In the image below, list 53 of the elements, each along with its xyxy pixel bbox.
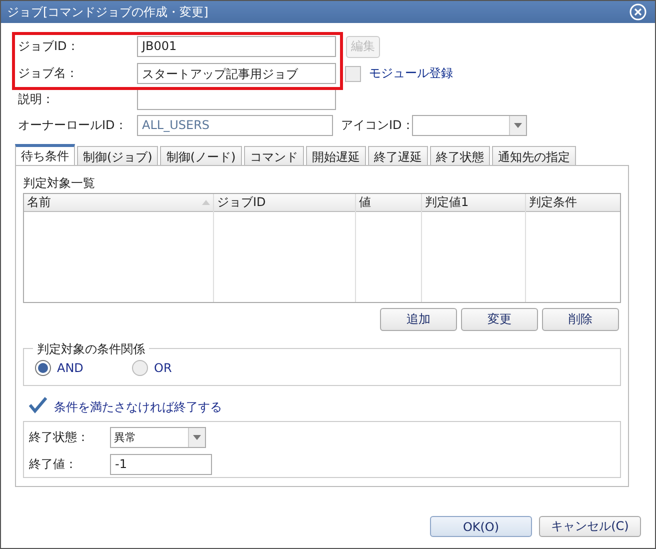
table-button[interactable]: 削除 (542, 308, 619, 331)
checkbox-label: モジュール登録 (369, 65, 453, 82)
dropdown-value: 異常 (113, 430, 137, 446)
dropdown-field[interactable] (412, 115, 527, 136)
window-title: ジョブ[コマンドジョブの作成・変更] (7, 4, 208, 20)
table-button[interactable]: 変更 (461, 308, 538, 331)
dropdown-field[interactable]: 異常 (110, 427, 206, 448)
radio-button[interactable] (132, 360, 148, 376)
radio-label: AND (57, 361, 84, 375)
cancel-button[interactable]: キャンセル(C) (539, 516, 641, 537)
column-header-label: 名前 (27, 194, 51, 211)
column-header-label: 値 (359, 194, 371, 211)
column-header[interactable]: ジョブID (214, 194, 355, 212)
column-header-label: 判定値1 (425, 194, 469, 211)
sort-icon (202, 200, 210, 205)
field-label: 終了値： (29, 456, 78, 473)
field-label: ジョブID： (18, 38, 80, 55)
input-field[interactable] (137, 89, 336, 110)
checkbox[interactable] (345, 66, 361, 82)
tab[interactable]: 終了遅延 (368, 146, 428, 165)
column-header[interactable]: 判定値1 (422, 194, 525, 212)
tab[interactable]: コマンド (244, 146, 304, 165)
input-field[interactable]: ALL_USERS (137, 115, 333, 136)
checkbox-label: 条件を満たさなければ終了する (54, 398, 222, 416)
checkbox[interactable] (28, 396, 48, 414)
field-label: オーナーロールID： (18, 117, 128, 134)
caret-icon (514, 123, 522, 128)
input-field[interactable]: JB001 (137, 36, 336, 57)
group-title: 判定対象の条件関係 (33, 341, 149, 358)
caret-icon (193, 435, 201, 440)
tab[interactable]: 待ち条件 (15, 144, 75, 165)
column-header-label: 判定条件 (529, 194, 577, 211)
radio-button[interactable] (35, 360, 51, 376)
tab[interactable]: 開始遅延 (306, 146, 366, 165)
column-header[interactable]: 名前 (24, 194, 213, 212)
tab[interactable]: 終了状態 (430, 146, 490, 165)
column-header[interactable]: 値 (356, 194, 421, 212)
tab[interactable]: 通知先の指定 (492, 146, 576, 165)
column-header[interactable]: 判定条件 (526, 194, 620, 212)
input-field[interactable]: -1 (110, 454, 212, 475)
ok-button[interactable]: OK(O) (430, 516, 532, 537)
tab[interactable]: 制御(ジョブ) (77, 146, 158, 165)
section-title: 判定対象一覧 (23, 175, 96, 192)
table-button[interactable]: 追加 (380, 308, 457, 331)
radio-label: OR (154, 361, 172, 375)
tab[interactable]: 制御(ノード) (160, 146, 242, 165)
column-header-label: ジョブID (217, 194, 266, 211)
field-label: 終了状態： (29, 429, 90, 446)
field-label: 説明： (18, 91, 55, 108)
field-label: アイコンID： (341, 117, 412, 134)
input-field[interactable]: スタートアップ記事用ジョブ (137, 63, 336, 84)
close-icon[interactable] (629, 3, 647, 21)
field-label: ジョブ名： (18, 65, 79, 82)
